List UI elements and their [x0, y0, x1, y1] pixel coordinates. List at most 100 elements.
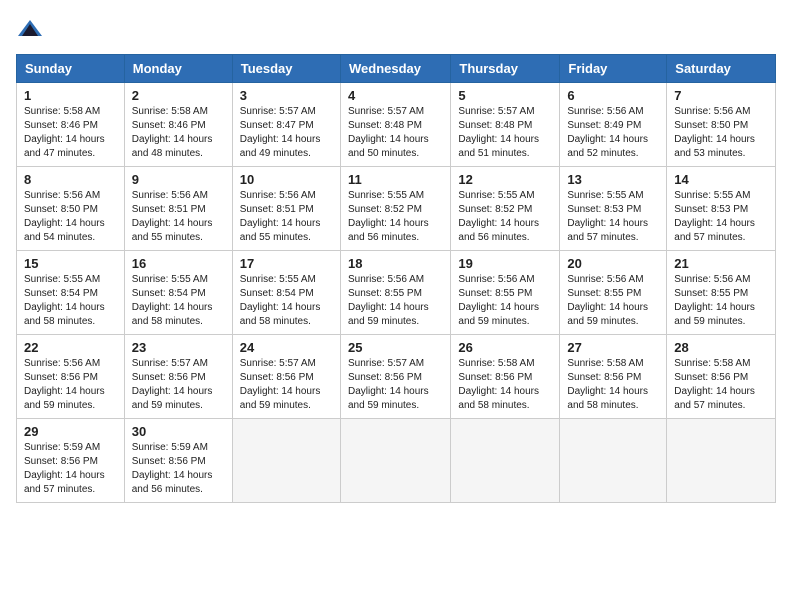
- day-info: Sunrise: 5:59 AM Sunset: 8:56 PM Dayligh…: [132, 441, 225, 497]
- calendar-day-cell: 25 Sunrise: 5:57 AM Sunset: 8:56 PM Dayl…: [340, 335, 450, 419]
- day-number: 13: [567, 172, 659, 187]
- day-info: Sunrise: 5:57 AM Sunset: 8:56 PM Dayligh…: [348, 357, 443, 413]
- day-info: Sunrise: 5:56 AM Sunset: 8:55 PM Dayligh…: [567, 273, 659, 329]
- day-number: 28: [674, 340, 768, 355]
- calendar-table: Sunday Monday Tuesday Wednesday Thursday…: [16, 54, 776, 503]
- logo-icon: [16, 16, 44, 44]
- day-number: 17: [240, 256, 333, 271]
- header-friday: Friday: [560, 55, 667, 83]
- day-info: Sunrise: 5:57 AM Sunset: 8:48 PM Dayligh…: [348, 105, 443, 161]
- day-info: Sunrise: 5:56 AM Sunset: 8:50 PM Dayligh…: [24, 189, 117, 245]
- day-info: Sunrise: 5:56 AM Sunset: 8:55 PM Dayligh…: [458, 273, 552, 329]
- day-info: Sunrise: 5:58 AM Sunset: 8:56 PM Dayligh…: [567, 357, 659, 413]
- calendar-day-cell: 9 Sunrise: 5:56 AM Sunset: 8:51 PM Dayli…: [124, 167, 232, 251]
- day-number: 5: [458, 88, 552, 103]
- calendar-day-cell: 1 Sunrise: 5:58 AM Sunset: 8:46 PM Dayli…: [17, 83, 125, 167]
- calendar-header-row: Sunday Monday Tuesday Wednesday Thursday…: [17, 55, 776, 83]
- day-number: 8: [24, 172, 117, 187]
- day-info: Sunrise: 5:57 AM Sunset: 8:56 PM Dayligh…: [240, 357, 333, 413]
- day-number: 27: [567, 340, 659, 355]
- logo: [16, 16, 48, 44]
- day-number: 6: [567, 88, 659, 103]
- day-number: 23: [132, 340, 225, 355]
- day-info: Sunrise: 5:57 AM Sunset: 8:56 PM Dayligh…: [132, 357, 225, 413]
- calendar-day-cell: 17 Sunrise: 5:55 AM Sunset: 8:54 PM Dayl…: [232, 251, 340, 335]
- header-wednesday: Wednesday: [340, 55, 450, 83]
- day-number: 16: [132, 256, 225, 271]
- calendar-day-cell: 15 Sunrise: 5:55 AM Sunset: 8:54 PM Dayl…: [17, 251, 125, 335]
- day-number: 14: [674, 172, 768, 187]
- day-number: 29: [24, 424, 117, 439]
- day-info: Sunrise: 5:56 AM Sunset: 8:51 PM Dayligh…: [132, 189, 225, 245]
- day-number: 15: [24, 256, 117, 271]
- calendar-day-cell: 28 Sunrise: 5:58 AM Sunset: 8:56 PM Dayl…: [667, 335, 776, 419]
- day-number: 21: [674, 256, 768, 271]
- day-info: Sunrise: 5:58 AM Sunset: 8:56 PM Dayligh…: [674, 357, 768, 413]
- day-number: 10: [240, 172, 333, 187]
- day-number: 24: [240, 340, 333, 355]
- day-number: 7: [674, 88, 768, 103]
- calendar-day-cell: 12 Sunrise: 5:55 AM Sunset: 8:52 PM Dayl…: [451, 167, 560, 251]
- calendar-week-row: 15 Sunrise: 5:55 AM Sunset: 8:54 PM Dayl…: [17, 251, 776, 335]
- calendar-day-cell: 4 Sunrise: 5:57 AM Sunset: 8:48 PM Dayli…: [340, 83, 450, 167]
- calendar-day-cell: 3 Sunrise: 5:57 AM Sunset: 8:47 PM Dayli…: [232, 83, 340, 167]
- day-info: Sunrise: 5:58 AM Sunset: 8:46 PM Dayligh…: [24, 105, 117, 161]
- header-thursday: Thursday: [451, 55, 560, 83]
- day-number: 26: [458, 340, 552, 355]
- day-info: Sunrise: 5:59 AM Sunset: 8:56 PM Dayligh…: [24, 441, 117, 497]
- calendar-week-row: 8 Sunrise: 5:56 AM Sunset: 8:50 PM Dayli…: [17, 167, 776, 251]
- day-number: 4: [348, 88, 443, 103]
- calendar-week-row: 1 Sunrise: 5:58 AM Sunset: 8:46 PM Dayli…: [17, 83, 776, 167]
- calendar-day-cell: 5 Sunrise: 5:57 AM Sunset: 8:48 PM Dayli…: [451, 83, 560, 167]
- day-number: 20: [567, 256, 659, 271]
- calendar-day-cell: [451, 419, 560, 503]
- calendar-day-cell: 11 Sunrise: 5:55 AM Sunset: 8:52 PM Dayl…: [340, 167, 450, 251]
- calendar-day-cell: [232, 419, 340, 503]
- calendar-day-cell: 19 Sunrise: 5:56 AM Sunset: 8:55 PM Dayl…: [451, 251, 560, 335]
- day-info: Sunrise: 5:55 AM Sunset: 8:53 PM Dayligh…: [567, 189, 659, 245]
- calendar-day-cell: 22 Sunrise: 5:56 AM Sunset: 8:56 PM Dayl…: [17, 335, 125, 419]
- header-sunday: Sunday: [17, 55, 125, 83]
- day-info: Sunrise: 5:56 AM Sunset: 8:55 PM Dayligh…: [348, 273, 443, 329]
- calendar-day-cell: 26 Sunrise: 5:58 AM Sunset: 8:56 PM Dayl…: [451, 335, 560, 419]
- calendar-day-cell: 13 Sunrise: 5:55 AM Sunset: 8:53 PM Dayl…: [560, 167, 667, 251]
- day-number: 2: [132, 88, 225, 103]
- day-info: Sunrise: 5:55 AM Sunset: 8:53 PM Dayligh…: [674, 189, 768, 245]
- header-tuesday: Tuesday: [232, 55, 340, 83]
- day-number: 30: [132, 424, 225, 439]
- calendar-day-cell: [560, 419, 667, 503]
- header-monday: Monday: [124, 55, 232, 83]
- day-info: Sunrise: 5:56 AM Sunset: 8:55 PM Dayligh…: [674, 273, 768, 329]
- calendar-day-cell: 14 Sunrise: 5:55 AM Sunset: 8:53 PM Dayl…: [667, 167, 776, 251]
- calendar-day-cell: 8 Sunrise: 5:56 AM Sunset: 8:50 PM Dayli…: [17, 167, 125, 251]
- day-info: Sunrise: 5:56 AM Sunset: 8:49 PM Dayligh…: [567, 105, 659, 161]
- day-number: 22: [24, 340, 117, 355]
- calendar-week-row: 22 Sunrise: 5:56 AM Sunset: 8:56 PM Dayl…: [17, 335, 776, 419]
- calendar-day-cell: 21 Sunrise: 5:56 AM Sunset: 8:55 PM Dayl…: [667, 251, 776, 335]
- day-info: Sunrise: 5:56 AM Sunset: 8:51 PM Dayligh…: [240, 189, 333, 245]
- calendar-day-cell: 24 Sunrise: 5:57 AM Sunset: 8:56 PM Dayl…: [232, 335, 340, 419]
- calendar-week-row: 29 Sunrise: 5:59 AM Sunset: 8:56 PM Dayl…: [17, 419, 776, 503]
- day-info: Sunrise: 5:57 AM Sunset: 8:48 PM Dayligh…: [458, 105, 552, 161]
- calendar-day-cell: 18 Sunrise: 5:56 AM Sunset: 8:55 PM Dayl…: [340, 251, 450, 335]
- calendar-day-cell: 27 Sunrise: 5:58 AM Sunset: 8:56 PM Dayl…: [560, 335, 667, 419]
- day-number: 25: [348, 340, 443, 355]
- calendar-day-cell: 29 Sunrise: 5:59 AM Sunset: 8:56 PM Dayl…: [17, 419, 125, 503]
- calendar-day-cell: 10 Sunrise: 5:56 AM Sunset: 8:51 PM Dayl…: [232, 167, 340, 251]
- day-number: 11: [348, 172, 443, 187]
- day-number: 12: [458, 172, 552, 187]
- day-info: Sunrise: 5:56 AM Sunset: 8:56 PM Dayligh…: [24, 357, 117, 413]
- page-header: [16, 16, 776, 44]
- day-number: 3: [240, 88, 333, 103]
- day-info: Sunrise: 5:55 AM Sunset: 8:54 PM Dayligh…: [24, 273, 117, 329]
- day-number: 9: [132, 172, 225, 187]
- calendar-day-cell: 23 Sunrise: 5:57 AM Sunset: 8:56 PM Dayl…: [124, 335, 232, 419]
- day-info: Sunrise: 5:55 AM Sunset: 8:54 PM Dayligh…: [240, 273, 333, 329]
- calendar-day-cell: 6 Sunrise: 5:56 AM Sunset: 8:49 PM Dayli…: [560, 83, 667, 167]
- day-number: 19: [458, 256, 552, 271]
- day-info: Sunrise: 5:55 AM Sunset: 8:52 PM Dayligh…: [348, 189, 443, 245]
- calendar-day-cell: 7 Sunrise: 5:56 AM Sunset: 8:50 PM Dayli…: [667, 83, 776, 167]
- calendar-day-cell: 20 Sunrise: 5:56 AM Sunset: 8:55 PM Dayl…: [560, 251, 667, 335]
- day-info: Sunrise: 5:57 AM Sunset: 8:47 PM Dayligh…: [240, 105, 333, 161]
- day-number: 1: [24, 88, 117, 103]
